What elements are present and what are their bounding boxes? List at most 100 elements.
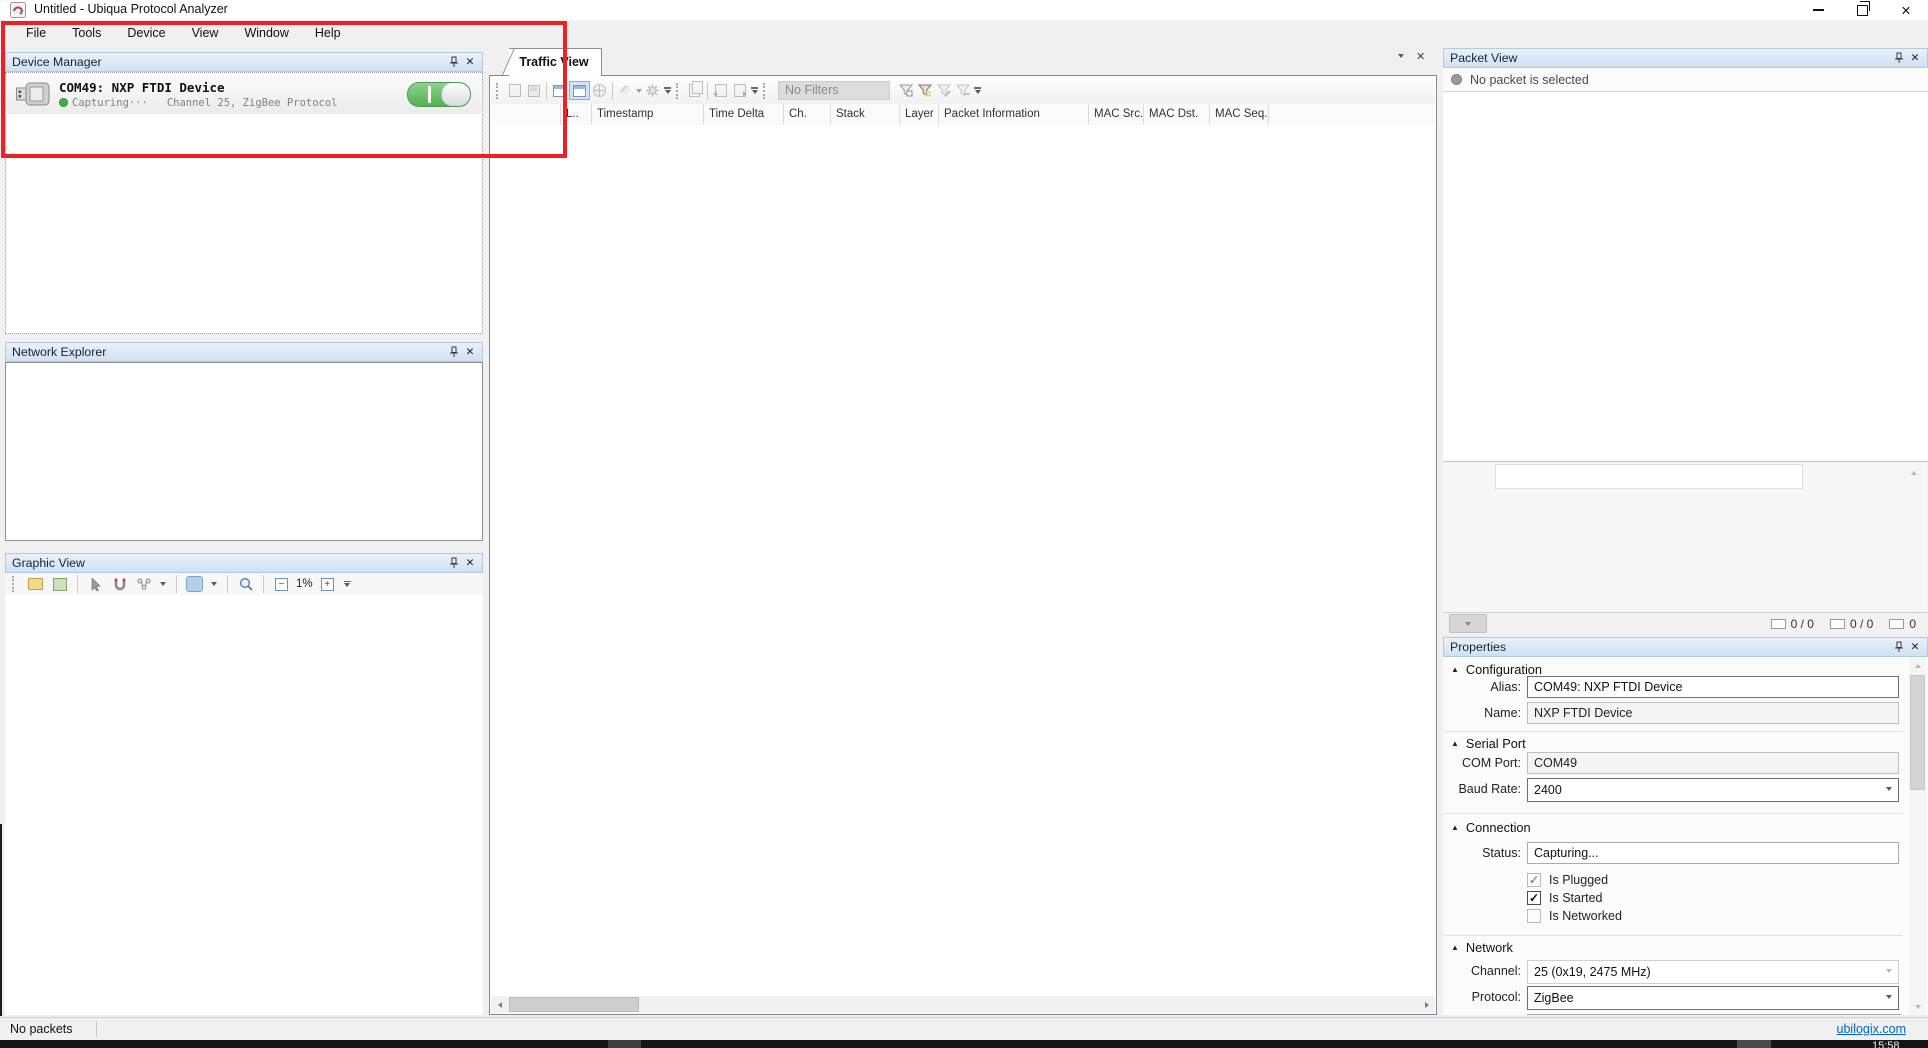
filter-remove-icon[interactable] (953, 82, 972, 99)
close-icon[interactable]: ✕ (1907, 640, 1923, 655)
tab-close-icon[interactable]: ✕ (1416, 50, 1425, 63)
menu-help[interactable]: Help (303, 20, 353, 46)
tab-traffic-view[interactable]: Traffic View (500, 48, 602, 76)
scrollbar-thumb[interactable] (509, 997, 639, 1012)
section-connection[interactable]: ▲ Connection (1451, 820, 1531, 835)
pin-icon[interactable] (1891, 51, 1907, 66)
horizontal-scrollbar[interactable] (491, 996, 1435, 1013)
column-header-time-delta[interactable]: Time Delta (704, 104, 784, 125)
toolbar-overflow-icon[interactable] (664, 87, 671, 94)
column-header-mac-dst[interactable]: MAC Dst. (1144, 104, 1210, 125)
filter-input[interactable]: No Filters (778, 81, 890, 100)
column-header-mac-seq[interactable]: MAC Seq. (1210, 104, 1269, 125)
toolbar-grip[interactable] (12, 576, 18, 592)
menu-window[interactable]: Window (232, 20, 300, 46)
toolbar-overflow-icon[interactable] (751, 87, 758, 94)
view-packet-list-icon[interactable] (569, 81, 590, 100)
column-header-timestamp[interactable]: Timestamp (592, 104, 704, 125)
alias-input[interactable]: COM49: NXP FTDI Device (1527, 676, 1899, 698)
packet-decode-area[interactable] (1443, 92, 1928, 462)
pin-icon[interactable] (446, 55, 462, 70)
decode-settings-icon[interactable] (643, 82, 662, 99)
background-style-icon[interactable] (185, 576, 204, 593)
column-header-channel[interactable]: Ch. (784, 104, 831, 125)
pin-icon[interactable] (446, 345, 462, 360)
checkbox-is-networked[interactable]: ✓ Is Networked (1527, 909, 1622, 923)
menu-file[interactable]: File (14, 20, 58, 46)
checkbox-is-started[interactable]: ✓ Is Started (1527, 891, 1603, 905)
clear-dropdown-icon[interactable] (635, 82, 643, 99)
column-header-layer[interactable]: Layer (900, 104, 939, 125)
open-capture-icon[interactable] (505, 82, 524, 99)
checkbox-is-plugged[interactable]: ✓ Is Plugged (1527, 873, 1608, 887)
zoom-out-icon[interactable]: − (272, 576, 291, 593)
close-icon[interactable]: ✕ (462, 55, 478, 70)
save-capture-icon[interactable] (524, 82, 543, 99)
copy-packets-icon[interactable] (685, 82, 704, 99)
column-header-blank[interactable] (491, 104, 561, 125)
column-header-stack[interactable]: Stack (831, 104, 900, 125)
filter-new-icon[interactable] (896, 82, 915, 99)
network-view-icon[interactable] (590, 82, 609, 99)
counter-options-button[interactable] (1449, 614, 1487, 633)
protocol-select[interactable]: ZigBee (1527, 986, 1899, 1010)
capture-toggle[interactable]: I (407, 82, 471, 107)
close-icon[interactable]: ✕ (462, 556, 478, 571)
section-configuration[interactable]: ▲ Configuration (1451, 662, 1542, 677)
clear-traffic-icon[interactable] (616, 82, 635, 99)
minimize-button[interactable] (1796, 0, 1840, 20)
ubilogix-link[interactable]: ubilogix.com (1837, 1022, 1906, 1036)
previous-packet-icon[interactable] (711, 82, 730, 99)
pin-icon[interactable] (446, 556, 462, 571)
open-graphic-icon[interactable] (26, 576, 45, 593)
section-network[interactable]: ▲ Network (1451, 940, 1513, 955)
scroll-right-icon[interactable] (1418, 996, 1435, 1013)
pin-icon[interactable] (1891, 640, 1907, 655)
scroll-up-icon[interactable] (1909, 657, 1926, 674)
zoom-fit-icon[interactable] (236, 576, 255, 593)
baud-rate-select[interactable]: 2400 (1527, 778, 1899, 802)
device-row[interactable]: COM49: NXP FTDI Device Capturing··· Chan… (7, 74, 481, 114)
zoom-in-icon[interactable]: + (318, 576, 337, 593)
column-header-packet-information[interactable]: Packet Information (939, 104, 1089, 125)
next-packet-icon[interactable] (730, 82, 749, 99)
properties-scrollbar[interactable] (1909, 657, 1926, 1015)
packet-list-area[interactable] (491, 125, 1435, 996)
filter-edit-icon[interactable] (934, 82, 953, 99)
filter-wizard-icon[interactable] (915, 82, 934, 99)
taskbar-item[interactable] (608, 1040, 641, 1048)
scroll-down-icon[interactable] (1909, 998, 1926, 1015)
section-serial-port[interactable]: ▲ Serial Port (1451, 736, 1526, 751)
menu-view[interactable]: View (180, 20, 231, 46)
graphic-view-canvas[interactable] (5, 595, 483, 1015)
background-dropdown-icon[interactable] (209, 576, 219, 593)
select-cursor-icon[interactable] (86, 576, 105, 593)
hex-vertical-scrollbar[interactable] (1905, 464, 1922, 610)
menu-tools[interactable]: Tools (60, 20, 113, 46)
restore-button[interactable] (1840, 0, 1884, 20)
toolbar-grip[interactable] (496, 83, 502, 99)
scrollbar-thumb[interactable] (1910, 675, 1925, 790)
topology-layout-icon[interactable] (134, 576, 153, 593)
view-details-icon[interactable] (550, 82, 569, 99)
taskbar-item[interactable] (1737, 1040, 1771, 1048)
column-header-mac-src[interactable]: MAC Src. (1089, 104, 1144, 125)
scroll-left-icon[interactable] (491, 996, 508, 1013)
close-icon[interactable]: ✕ (462, 345, 478, 360)
close-button[interactable]: ✕ (1884, 0, 1928, 20)
tab-list-dropdown-icon[interactable] (1398, 54, 1404, 58)
network-explorer-panel[interactable] (5, 362, 483, 541)
column-header-l[interactable]: L.. (561, 104, 592, 125)
magnet-icon[interactable] (110, 576, 129, 593)
topology-dropdown-icon[interactable] (158, 576, 168, 593)
toggle-knob[interactable] (441, 83, 470, 106)
save-image-icon[interactable] (50, 576, 69, 593)
close-icon[interactable]: ✕ (1907, 51, 1923, 66)
toolbar-overflow-icon[interactable] (974, 87, 981, 94)
scroll-up-icon[interactable] (1905, 464, 1922, 481)
packet-hex-area[interactable] (1443, 462, 1928, 612)
menu-device[interactable]: Device (115, 20, 177, 46)
toolbar-grip[interactable] (763, 83, 769, 99)
toolbar-overflow-icon[interactable] (344, 581, 351, 588)
toolbar-grip[interactable] (676, 83, 682, 99)
